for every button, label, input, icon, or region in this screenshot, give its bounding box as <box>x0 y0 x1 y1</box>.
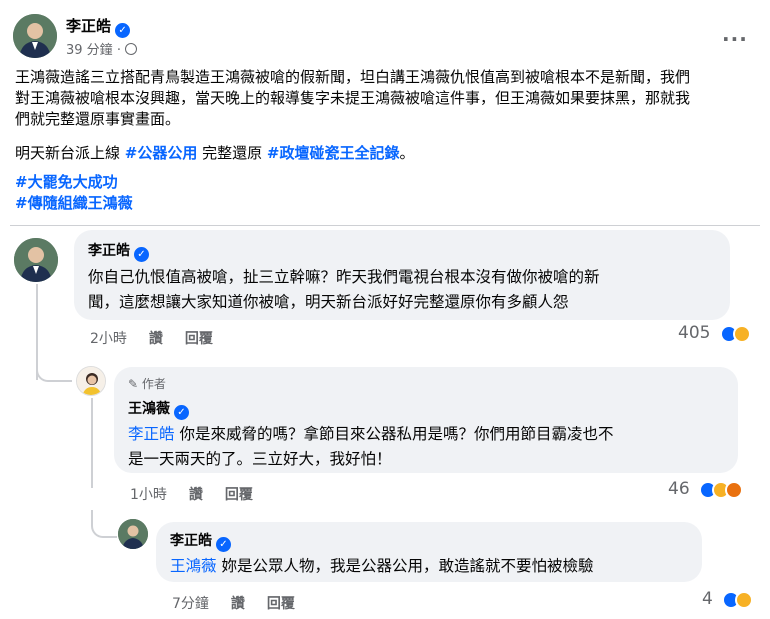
reply-button[interactable]: 回覆 <box>185 331 213 347</box>
comment-text: 你自己仇恨值高被嗆，扯三立幹嘛？昨天我們電視台根本沒有做你被嗆的新 聞，這麼想讓… <box>88 265 716 315</box>
comment-text: 李正皓 你是來威脅的嗎？拿節目來公器私用是嗎？你們用節目霸凌也不 是一天兩天的了… <box>128 422 724 472</box>
person-avatar-icon <box>118 519 148 549</box>
post-author-avatar[interactable] <box>13 14 57 58</box>
comment-text-line: 是一天兩天的了。三立好大，我好怕！ <box>128 450 392 468</box>
comment-text-line: 聞，這麼想讓大家知道你被嗆，明天新台派好好完整還原你有多顧人怨 <box>88 293 569 311</box>
verified-badge-icon: ✓ <box>115 23 131 38</box>
reaction-summary[interactable]: 4 <box>702 589 753 609</box>
more-dots-icon: ... <box>722 22 748 46</box>
reaction-count: 4 <box>702 589 713 609</box>
post-line-2: 明天新台派上線 #公器公用 完整還原 #政壇碰瓷王全記錄。 <box>15 143 415 164</box>
reply-avatar[interactable] <box>76 366 106 396</box>
post-text-segment: 明天新台派上線 <box>15 144 125 162</box>
comment-actions: 2小時 讚 回覆 <box>90 328 235 348</box>
angry-reaction-icon <box>724 480 743 499</box>
reaction-summary[interactable]: 46 <box>668 479 743 499</box>
reaction-summary[interactable]: 405 <box>678 323 751 343</box>
post-divider <box>10 225 760 226</box>
comment-text-line: 你自己仇恨值高被嗆，扯三立幹嘛？昨天我們電視台根本沒有做你被嗆的新 <box>88 268 600 286</box>
thread-line <box>91 398 93 488</box>
verified-badge-icon: ✓ <box>174 405 189 420</box>
comment-bubble: 李正皓 ✓ 王鴻薇 妳是公眾人物，我是公器公用，敢造謠就不要怕被檢驗 <box>156 522 702 582</box>
author-badge: 作者 <box>141 377 166 391</box>
hashtag-link[interactable]: #大罷免大成功 <box>15 172 133 193</box>
comment-timestamp[interactable]: 1小時 <box>130 487 167 503</box>
hashtag-link[interactable]: #公器公用 <box>125 144 198 162</box>
meta-separator: · <box>116 43 121 58</box>
comment-author[interactable]: 李正皓 <box>170 533 212 549</box>
comment-bubble: 李正皓 ✓ 你自己仇恨值高被嗆，扯三立幹嘛？昨天我們電視台根本沒有做你被嗆的新 聞… <box>74 230 730 320</box>
post-author-name[interactable]: 李正皓 <box>66 17 111 35</box>
thread-connector <box>91 510 117 538</box>
comment-bubble: ✎ 作者 王鴻薇 ✓ 李正皓 你是來威脅的嗎？拿節目來公器私用是嗎？你們用節目霸凌… <box>114 367 738 473</box>
comment-timestamp[interactable]: 2小時 <box>90 331 127 347</box>
comment-text-line: 你是來威脅的嗎？拿節目來公器私用是嗎？你們用節目霸凌也不 <box>174 425 614 443</box>
comment-text-line: 妳是公眾人物，我是公器公用，敢造謠就不要怕被檢驗 <box>216 557 594 575</box>
haha-reaction-icon <box>734 590 753 609</box>
comment-timestamp[interactable]: 7分鐘 <box>172 596 209 612</box>
reply-button[interactable]: 回覆 <box>225 487 253 503</box>
post-text-line: 對王鴻薇被嗆根本沒興趣，當天晚上的報導隻字未提王鴻薇被嗆這件事，但王鴻薇如果要抹… <box>15 89 691 107</box>
post-timestamp[interactable]: 39 分鐘 <box>66 43 113 58</box>
comment-avatar[interactable] <box>14 238 58 282</box>
verified-badge-icon: ✓ <box>134 247 149 262</box>
person-avatar-icon <box>13 14 57 58</box>
comment-actions: 1小時 讚 回覆 <box>130 484 275 504</box>
verified-badge-icon: ✓ <box>216 537 231 552</box>
reply-button[interactable]: 回覆 <box>267 596 295 612</box>
person-avatar-icon <box>14 238 58 282</box>
hashtag-link[interactable]: #傳隨組織王鴻薇 <box>15 193 133 214</box>
more-options-button[interactable]: ... <box>722 22 748 46</box>
hashtag-link[interactable]: #政壇碰瓷王全記錄 <box>267 144 400 162</box>
comment-actions: 7分鐘 讚 回覆 <box>172 593 317 613</box>
post-body: 王鴻薇造謠三立搭配青鳥製造王鴻薇被嗆的假新聞，坦白講王鴻薇仇恨值高到被嗆根本不是… <box>15 67 760 130</box>
mention-link[interactable]: 王鴻薇 <box>170 557 217 575</box>
person-avatar-icon <box>77 367 105 395</box>
comment-author[interactable]: 王鴻薇 <box>128 401 170 417</box>
mention-link[interactable]: 李正皓 <box>128 425 175 443</box>
reaction-count: 405 <box>678 323 711 343</box>
post-text-segment: 。 <box>399 144 415 162</box>
haha-reaction-icon <box>732 324 751 343</box>
post-text-segment: 完整還原 <box>197 144 267 162</box>
post-text-line: 王鴻薇造謠三立搭配青鳥製造王鴻薇被嗆的假新聞，坦白講王鴻薇仇恨值高到被嗆根本不是… <box>15 68 691 86</box>
reaction-count: 46 <box>668 479 690 499</box>
post-text-line: 們就完整還原事實畫面。 <box>15 110 181 128</box>
like-button[interactable]: 讚 <box>189 487 203 503</box>
thread-connector <box>36 352 72 382</box>
like-button[interactable]: 讚 <box>231 596 245 612</box>
pencil-icon: ✎ <box>128 377 139 391</box>
reply-avatar[interactable] <box>118 519 148 549</box>
like-button[interactable]: 讚 <box>149 331 163 347</box>
globe-icon <box>125 43 138 55</box>
comment-author[interactable]: 李正皓 <box>88 243 130 259</box>
comment-text: 王鴻薇 妳是公眾人物，我是公器公用，敢造謠就不要怕被檢驗 <box>170 554 688 579</box>
